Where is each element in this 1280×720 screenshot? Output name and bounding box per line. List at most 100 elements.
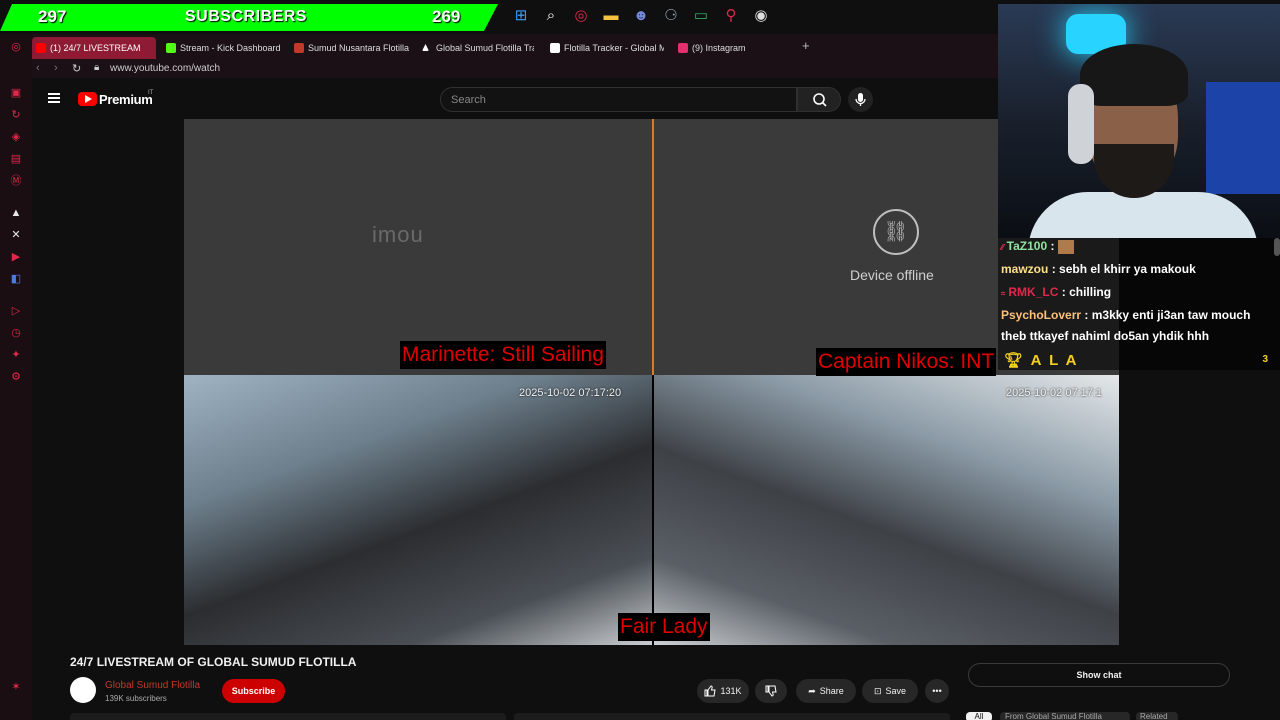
opera-icon[interactable]: ◎ <box>570 4 592 26</box>
youtube-premium-label[interactable]: Premium <box>99 92 153 107</box>
search-button[interactable] <box>797 87 841 112</box>
m-icon[interactable]: Ⓜ <box>9 174 23 188</box>
like-count: 131K <box>720 686 742 696</box>
like-button[interactable]: 131K <box>697 679 749 703</box>
settings-icon[interactable]: ⚙ <box>9 370 23 384</box>
back-icon[interactable]: ‹ <box>36 62 40 74</box>
camera-feed-marinette: 2025-10-02 07:17:20 <box>184 375 652 645</box>
voice-search-button[interactable] <box>848 87 873 112</box>
chat-ala-text: A L A <box>1030 352 1079 369</box>
play-icon[interactable]: ▷ <box>9 304 23 318</box>
video-player[interactable]: imou ⛓ Device offline 2025-10-02 07:17:2… <box>184 119 1119 645</box>
chip-all[interactable]: All <box>966 712 992 720</box>
bot-icon[interactable]: ◈ <box>9 130 23 144</box>
chat-message-continuation: theb ttkayef nahiml do5an yhdik hhh <box>1001 329 1209 343</box>
share-button[interactable]: ➦ Share <box>796 679 856 703</box>
chip-from-channel[interactable]: From Global Sumud Flotilla <box>1000 712 1130 720</box>
tab-label: Flotilla Tracker - Global M <box>564 43 664 53</box>
thumbs-up-icon <box>704 685 717 697</box>
refresh-icon[interactable]: ↻ <box>9 108 23 122</box>
steam-icon[interactable]: ⚆ <box>660 4 682 26</box>
chat-text: : m3kky enti ji3an taw mouch <box>1084 308 1251 322</box>
hamburger-menu-icon[interactable] <box>48 93 60 103</box>
folder-icon[interactable]: ▬ <box>600 4 622 26</box>
youtube-logo-icon[interactable] <box>78 92 97 106</box>
trophy-icon: 🏆︎ <box>1004 352 1026 369</box>
broken-link-icon: ⛓ <box>873 209 919 255</box>
youtube-icon[interactable]: ▶ <box>9 250 23 264</box>
maps-icon[interactable]: ⚲ <box>720 4 742 26</box>
windows-icon[interactable]: ⊞ <box>510 4 532 26</box>
tab-label: Stream - Kick Dashboard <box>180 43 281 53</box>
reload-icon[interactable]: ↻ <box>72 62 81 75</box>
sub-title: SUBSCRIBERS <box>185 8 307 25</box>
more-actions-button[interactable]: ••• <box>925 679 949 703</box>
history-icon[interactable]: ◷ <box>9 326 23 340</box>
more-dots-icon: ••• <box>932 686 942 696</box>
camera-feed-top-left: imou <box>184 119 653 375</box>
sub-count-right: 269 <box>432 7 461 26</box>
kick-tab-icon <box>166 43 176 53</box>
tab-bar: (1) 24/7 LIVESTREAM Stream - Kick Dashbo… <box>32 34 998 60</box>
chat-overlay: ⁄⁄ TaZ100 : mawzou : sebh el khirr ya mak… <box>998 238 1280 370</box>
share-label: Share <box>819 686 844 696</box>
opera-logo-icon[interactable]: ◎ <box>9 40 23 54</box>
tab-label: Global Sumud Flotilla Trac <box>436 43 534 53</box>
taskbar: ⊞ ⌕ ◎ ▬ ☻ ⚆ ▭ ⚲ ◉ <box>510 4 772 30</box>
chat-message: mawzou : sebh el khirr ya makouk <box>1001 262 1196 276</box>
chat-text: : <box>1050 239 1055 253</box>
tab-livestream[interactable]: (1) 24/7 LIVESTREAM <box>32 37 156 59</box>
search-icon[interactable]: ⌕ <box>540 4 562 26</box>
save-button[interactable]: ⊡ Save <box>862 679 918 703</box>
gx-icon[interactable]: ✶ <box>9 680 23 694</box>
emote-icon <box>1057 239 1074 254</box>
video-title: 24/7 LIVESTREAM OF GLOBAL SUMUD FLOTILLA <box>70 655 357 669</box>
channel-avatar[interactable] <box>70 677 96 703</box>
description-box[interactable] <box>70 713 506 720</box>
headset <box>1068 84 1094 164</box>
channel-name[interactable]: Global Sumud Flotilla <box>105 680 200 691</box>
camera-brand-watermark: imou <box>372 222 424 247</box>
tab-label: (1) 24/7 LIVESTREAM <box>50 43 141 53</box>
streamer-webcam <box>998 4 1280 238</box>
twitch-icon[interactable]: ▣ <box>9 86 23 100</box>
extensions-icon[interactable]: ✦ <box>9 348 23 362</box>
tab-flotilla-tracker-b[interactable]: Flotilla Tracker - Global M <box>546 37 664 59</box>
streamer-beard <box>1094 144 1174 198</box>
tab-instagram[interactable]: (9) Instagram <box>674 37 774 59</box>
search-box <box>440 87 797 112</box>
chat-message: ⁄⁄ TaZ100 : <box>1001 239 1074 254</box>
chat-ala-banner: 🏆︎ A L A <box>1004 351 1078 369</box>
tab-sumud-nusantara[interactable]: Sumud Nusantara Flotilla <box>290 37 410 59</box>
chat-username: TaZ100 <box>1006 239 1048 253</box>
label-captain-nikos: Captain Nikos: INT <box>816 348 997 376</box>
label-marinette: Marinette: Still Sailing <box>400 341 606 369</box>
terminal-icon[interactable]: ▭ <box>690 4 712 26</box>
url-field[interactable]: www.youtube.com/watch <box>110 63 220 74</box>
discord-icon[interactable]: ☻ <box>630 4 652 26</box>
save-label: Save <box>885 686 907 696</box>
tab-kick-dashboard[interactable]: Stream - Kick Dashboard <box>162 37 284 59</box>
x-icon[interactable]: ✕ <box>9 228 23 242</box>
new-tab-button[interactable]: + <box>802 38 810 53</box>
dislike-button[interactable] <box>755 679 787 703</box>
tab-label: (9) Instagram <box>692 43 746 53</box>
tv-icon[interactable]: ▤ <box>9 152 23 166</box>
chat-scrollbar[interactable] <box>1274 238 1280 256</box>
arc-icon[interactable]: ▲ <box>9 206 23 220</box>
opera-sidebar: ◎ ▣ ↻ ◈ ▤ Ⓜ ▲ ✕ ▶ ◧ ▷ ◷ ✦ ⚙ ✶ <box>0 34 32 720</box>
shield-icon[interactable]: ◧ <box>9 272 23 286</box>
search-input[interactable] <box>441 88 796 111</box>
subscribe-button[interactable]: Subscribe <box>222 679 285 703</box>
chat-username: mawzou <box>1001 262 1049 276</box>
comments-box[interactable] <box>514 713 950 720</box>
obs-icon[interactable]: ◉ <box>750 4 772 26</box>
bookmark-icon: ⊡ <box>873 685 882 696</box>
tab-flotilla-tracker-a[interactable]: Global Sumud Flotilla Trac <box>418 37 534 59</box>
forward-icon[interactable]: › <box>54 62 58 74</box>
chat-text: theb ttkayef nahiml do5an yhdik hhh <box>1001 329 1210 343</box>
show-chat-button[interactable]: Show chat <box>968 663 1230 687</box>
chip-related[interactable]: Related <box>1136 712 1178 720</box>
youtube-header: Premium IT <box>32 80 998 119</box>
streamer-hair <box>1080 44 1188 106</box>
